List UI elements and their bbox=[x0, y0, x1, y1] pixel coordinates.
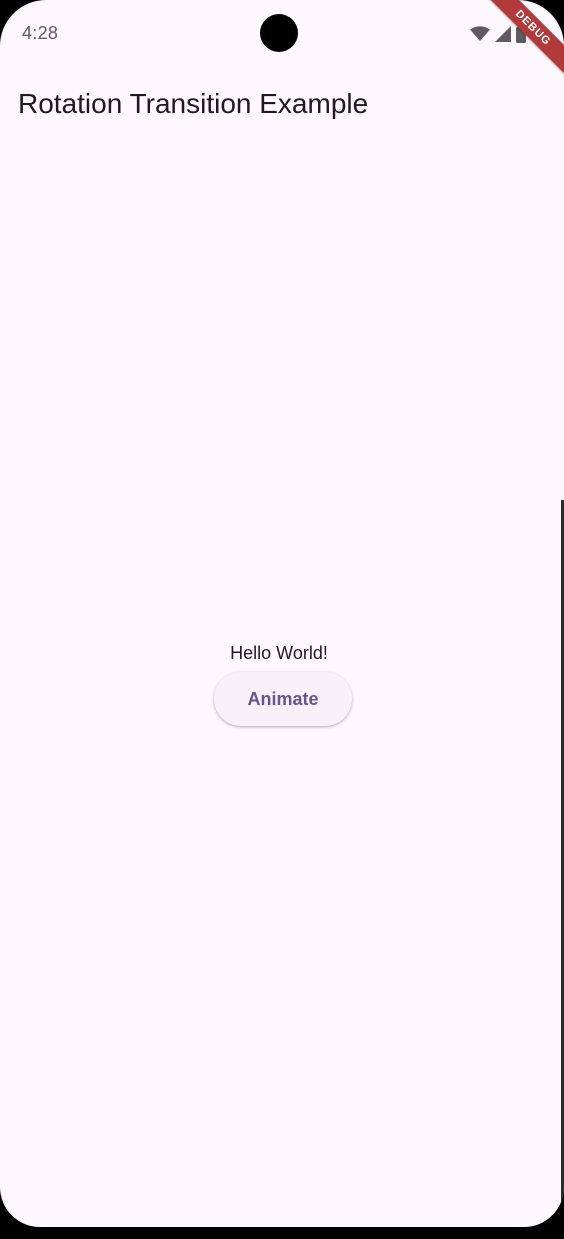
app-screen: 4:28 DEBUG Rotation Transition Example H… bbox=[0, 0, 564, 1227]
status-bar: 4:28 DEBUG bbox=[0, 0, 564, 89]
cell-signal-icon bbox=[494, 25, 512, 43]
wifi-icon bbox=[470, 26, 490, 42]
app-bar: Rotation Transition Example bbox=[0, 66, 564, 146]
page-title: Rotation Transition Example bbox=[18, 88, 369, 119]
hello-world-text: Hello World! bbox=[230, 643, 328, 663]
animate-button[interactable]: Animate bbox=[214, 672, 352, 726]
camera-cutout bbox=[260, 14, 298, 52]
content-center: Hello World! Animate bbox=[0, 640, 564, 726]
status-time: 4:28 bbox=[22, 23, 59, 43]
